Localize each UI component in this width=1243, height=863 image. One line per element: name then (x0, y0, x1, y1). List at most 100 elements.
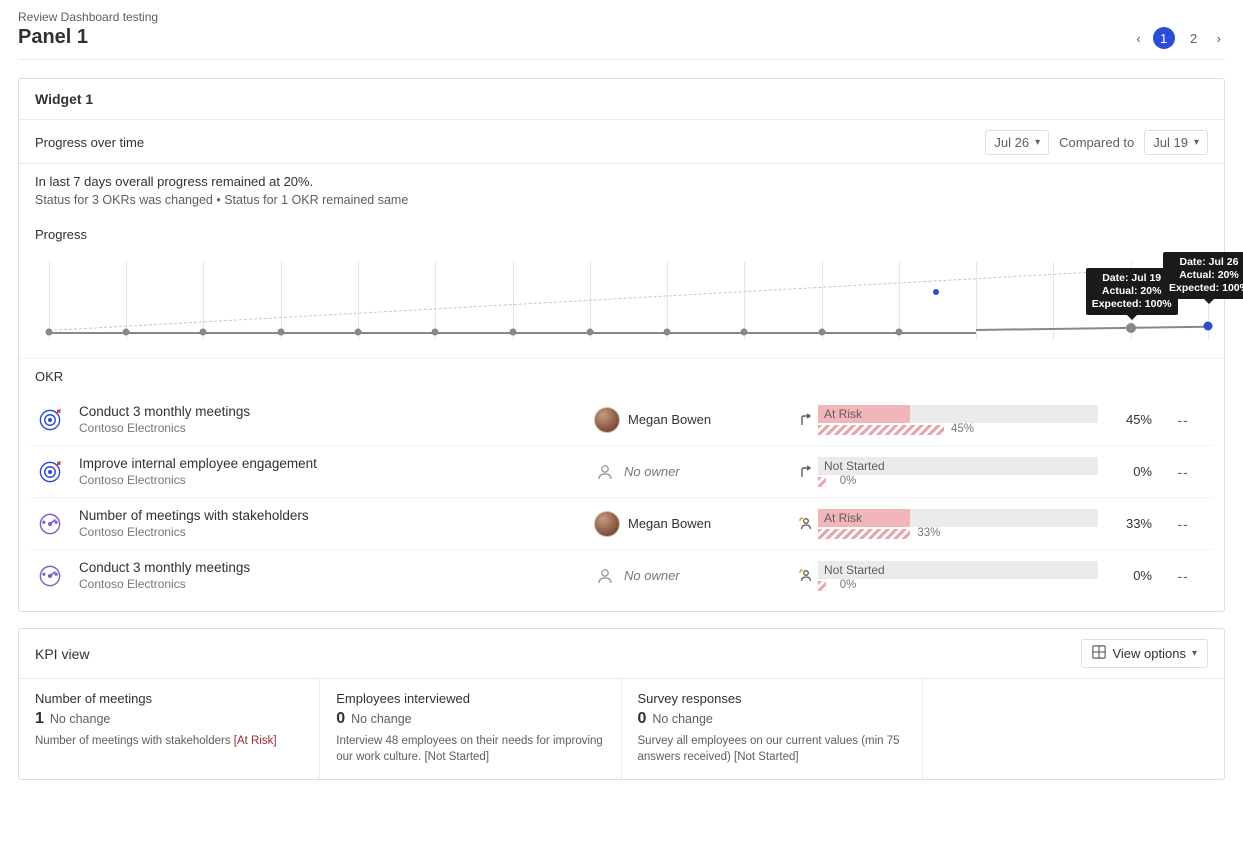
status-label: At Risk (818, 511, 862, 525)
kpi-title: KPI view (35, 646, 89, 662)
kpi-grid: Number of meetings1No changeNumber of me… (19, 678, 1224, 779)
trend-indicator: -- (1158, 464, 1208, 480)
page-header: Review Dashboard testing Panel 1 ‹ 1 2 › (18, 10, 1225, 60)
status-label: Not Started (818, 563, 885, 577)
kpi-cell[interactable]: Employees interviewed0No changeInterview… (320, 679, 621, 779)
kpi-cell[interactable]: Number of meetings1No changeNumber of me… (19, 679, 320, 779)
trend-indicator: -- (1158, 568, 1208, 584)
page-number-1[interactable]: 1 (1153, 27, 1175, 49)
view-options-dropdown[interactable]: View options ▾ (1081, 639, 1208, 668)
grid-icon (1092, 645, 1106, 662)
date-dropdown-compare-label: Jul 19 (1153, 135, 1188, 150)
kpi-label: Number of meetings (35, 691, 303, 706)
okr-title: Conduct 3 monthly meetings (79, 560, 578, 575)
okr-owner[interactable]: No owner (594, 565, 794, 587)
okr-row[interactable]: Conduct 3 monthly meetings Contoso Electr… (29, 394, 1214, 445)
breadcrumb[interactable]: Review Dashboard testing (18, 10, 158, 24)
kpi-value: 1 (35, 710, 44, 728)
okr-texts: Number of meetings with stakeholders Cont… (79, 508, 594, 539)
owner-name: Megan Bowen (628, 516, 711, 531)
progress-chart: Date: Jul 19 Actual: 20% Expected: 100% … (49, 252, 1208, 352)
kpi-value: 0 (638, 710, 647, 728)
okr-row[interactable]: Conduct 3 monthly meetings Contoso Electr… (29, 549, 1214, 601)
pager: ‹ 1 2 › (1132, 27, 1225, 49)
okr-texts: Conduct 3 monthly meetings Contoso Electr… (79, 560, 594, 591)
kpi-description: Interview 48 employees on their needs fo… (336, 734, 604, 765)
person-spark-icon (794, 568, 818, 584)
okr-row[interactable]: Number of meetings with stakeholders Cont… (29, 497, 1214, 549)
chart-marker (933, 289, 939, 295)
owner-name: No owner (624, 464, 680, 479)
widget-card: Widget 1 Progress over time Jul 26 ▾ Com… (18, 78, 1225, 612)
page-title: Panel 1 (18, 26, 158, 49)
okr-owner[interactable]: Megan Bowen (594, 407, 794, 433)
widget-title: Widget 1 (19, 79, 1224, 120)
okr-row[interactable]: Improve internal employee engagement Cont… (29, 445, 1214, 497)
kpi-cell-empty (923, 679, 1224, 779)
chart-tooltip-jul26: Date: Jul 26 Actual: 20% Expected: 100% (1163, 252, 1243, 299)
okr-texts: Conduct 3 monthly meetings Contoso Electr… (79, 404, 594, 435)
gauge-icon (35, 561, 65, 591)
okr-title: Improve internal employee engagement (79, 456, 578, 471)
progress-percent: 45% (1098, 412, 1158, 427)
page-number-2[interactable]: 2 (1183, 27, 1205, 49)
progress-summary: In last 7 days overall progress remained… (35, 174, 1208, 189)
progress-percent: 0% (1098, 464, 1158, 479)
chevron-down-icon: ▾ (1035, 137, 1040, 148)
trend-indicator: -- (1158, 412, 1208, 428)
progress-summary-sub: Status for 3 OKRs was changed • Status f… (35, 193, 1208, 207)
arrow-branch-icon (794, 464, 818, 480)
date-dropdown-compare[interactable]: Jul 19 ▾ (1144, 130, 1208, 155)
user-empty-icon (594, 461, 616, 483)
gauge-icon (35, 509, 65, 539)
progress-cell: Not Started0% (818, 457, 1098, 487)
okr-owner[interactable]: No owner (594, 461, 794, 483)
okr-title: Number of meetings with stakeholders (79, 508, 578, 523)
kpi-change: No change (351, 712, 411, 726)
owner-name: Megan Bowen (628, 412, 711, 427)
progress-cell: At Risk 33% (818, 509, 1098, 539)
user-empty-icon (594, 565, 616, 587)
okr-org: Contoso Electronics (79, 421, 578, 435)
progress-section-header: Progress over time Jul 26 ▾ Compared to … (19, 120, 1224, 164)
progress-stripes: 0% (818, 581, 826, 591)
progress-cell: Not Started 0% (818, 561, 1098, 591)
kpi-status-tag: [Not Started] (734, 751, 799, 763)
okr-section-title: OKR (19, 358, 1224, 394)
progress-stripes: 0% (818, 477, 826, 487)
kpi-change: No change (50, 712, 110, 726)
chevron-left-icon[interactable]: ‹ (1132, 31, 1144, 46)
avatar (594, 511, 620, 537)
okr-org: Contoso Electronics (79, 525, 578, 539)
kpi-status-tag: [Not Started] (424, 751, 489, 763)
okr-owner[interactable]: Megan Bowen (594, 511, 794, 537)
okr-texts: Improve internal employee engagement Cont… (79, 456, 594, 487)
compared-to-label: Compared to (1059, 135, 1134, 150)
kpi-cell[interactable]: Survey responses0No changeSurvey all emp… (622, 679, 923, 779)
date-dropdown-current[interactable]: Jul 26 ▾ (985, 130, 1049, 155)
progress-stripe-pct: 0% (840, 475, 857, 487)
progress-percent: 33% (1098, 516, 1158, 531)
progress-bar: Not Started (818, 561, 1098, 579)
kpi-description: Survey all employees on our current valu… (638, 734, 906, 765)
progress-percent: 0% (1098, 568, 1158, 583)
chart-title: Progress (19, 213, 1224, 242)
progress-bar: Not Started (818, 457, 1098, 475)
okr-title: Conduct 3 monthly meetings (79, 404, 578, 419)
date-dropdown-current-label: Jul 26 (994, 135, 1029, 150)
view-options-label: View options (1112, 646, 1185, 661)
avatar (594, 407, 620, 433)
kpi-change: No change (652, 712, 712, 726)
chevron-right-icon[interactable]: › (1213, 31, 1225, 46)
progress-stripes: 33% (818, 529, 910, 539)
okr-org: Contoso Electronics (79, 577, 578, 591)
progress-stripes: 45% (818, 425, 944, 435)
progress-stripe-pct: 33% (917, 527, 940, 539)
progress-bar: At Risk (818, 405, 1098, 423)
target-icon (35, 457, 65, 487)
arrow-branch-icon (794, 412, 818, 428)
kpi-status-tag: [At Risk] (234, 735, 277, 747)
chevron-down-icon: ▾ (1194, 137, 1199, 148)
okr-org: Contoso Electronics (79, 473, 578, 487)
progress-bar: At Risk (818, 509, 1098, 527)
